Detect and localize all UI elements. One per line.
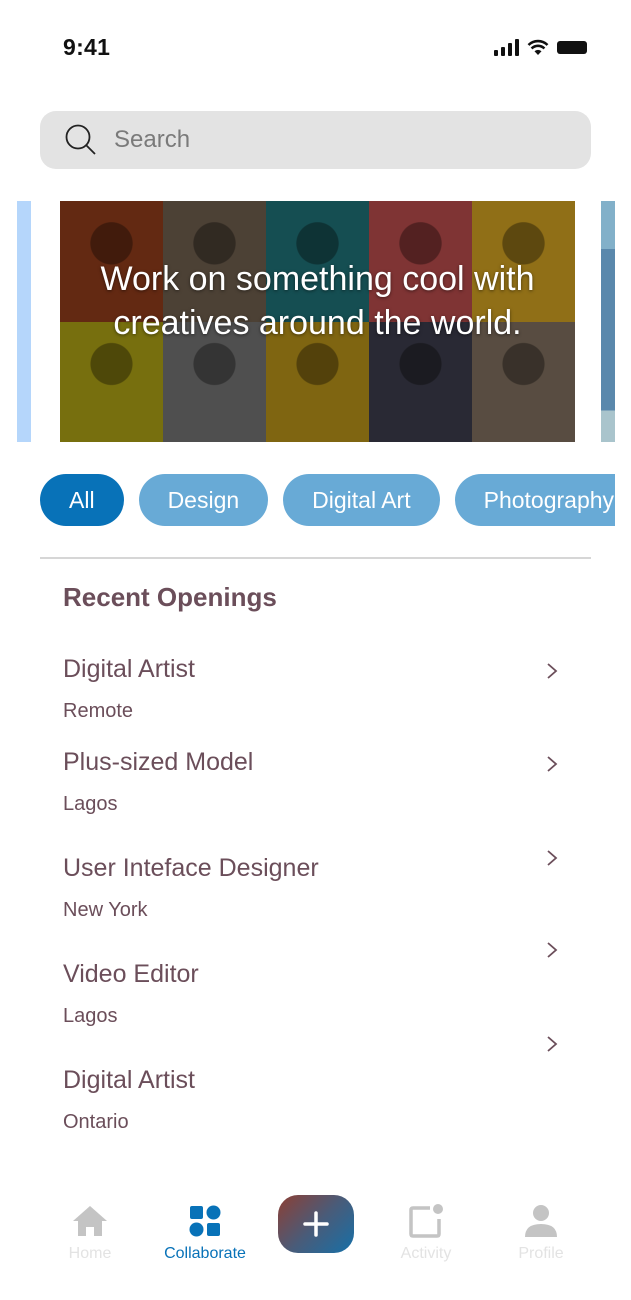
- chevron-right-icon: [547, 942, 558, 958]
- status-time: 9:41: [63, 34, 111, 60]
- carousel-prev-card[interactable]: [17, 201, 31, 442]
- profile-icon: [525, 1205, 557, 1237]
- opening-list-item[interactable]: User Inteface Designer New York: [63, 850, 563, 944]
- opening-location: Lagos: [63, 1005, 118, 1027]
- status-icons: [494, 38, 587, 56]
- filter-chip-digital-art[interactable]: Digital Art: [283, 474, 440, 526]
- chevron-right-icon: [547, 663, 558, 679]
- opening-list-item[interactable]: Digital Artist Remote: [63, 655, 563, 745]
- opening-title: Digital Artist: [63, 1066, 195, 1094]
- collaborate-icon: [189, 1205, 221, 1237]
- opening-list-item[interactable]: Plus-sized Model Lagos: [63, 748, 563, 838]
- opening-location: Remote: [63, 700, 134, 722]
- filter-chip-design[interactable]: Design: [138, 474, 269, 526]
- plus-icon: [303, 1211, 329, 1237]
- chevron-right-icon: [547, 850, 558, 866]
- chevron-right-icon: [547, 1036, 558, 1052]
- opening-title: Digital Artist: [63, 655, 195, 683]
- activity-icon: [409, 1204, 443, 1238]
- home-icon: [73, 1206, 107, 1236]
- section-title: Recent Openings: [63, 582, 277, 612]
- opening-title: Plus-sized Model: [63, 748, 254, 776]
- banner-text: Work on something cool with creatives ar…: [100, 260, 535, 342]
- battery-icon: [557, 40, 587, 54]
- status-bar: 9:41: [0, 0, 631, 90]
- opening-location: Ontario: [63, 1111, 129, 1133]
- filter-chip-all[interactable]: All: [40, 474, 124, 526]
- nav-label-profile: Profile: [518, 1245, 564, 1262]
- opening-list-item[interactable]: Digital Artist Ontario: [63, 1036, 563, 1156]
- search-icon: [65, 124, 96, 155]
- nav-item-home[interactable]: Home: [40, 1203, 140, 1263]
- search-bar[interactable]: [40, 111, 591, 169]
- divider: [40, 557, 591, 559]
- opening-location: Lagos: [63, 793, 118, 815]
- search-input[interactable]: [114, 126, 554, 154]
- opening-location: New York: [63, 899, 148, 921]
- opening-title: Video Editor: [63, 960, 199, 988]
- cellular-signal-icon: [494, 38, 519, 56]
- bottom-nav: Home Collaborate Activity Profile: [0, 1185, 631, 1300]
- filter-chip-photography[interactable]: Photography: [454, 474, 615, 526]
- opening-title: User Inteface Designer: [63, 854, 319, 882]
- nav-item-profile[interactable]: Profile: [491, 1203, 591, 1263]
- featured-banner[interactable]: Work on something cool with creatives ar…: [60, 201, 575, 442]
- nav-item-activity[interactable]: Activity: [376, 1203, 476, 1263]
- featured-carousel[interactable]: Work on something cool with creatives ar…: [0, 201, 631, 442]
- wifi-icon: [527, 39, 549, 55]
- category-filters: All Design Digital Art Photography: [40, 474, 615, 526]
- chevron-right-icon: [547, 756, 558, 772]
- nav-label-activity: Activity: [400, 1245, 452, 1262]
- nav-label-collaborate: Collaborate: [164, 1245, 246, 1262]
- nav-item-collaborate[interactable]: Collaborate: [155, 1203, 255, 1263]
- nav-label-home: Home: [68, 1245, 112, 1262]
- carousel-next-card[interactable]: [601, 201, 615, 442]
- opening-list-item[interactable]: Video Editor Lagos: [63, 942, 563, 1050]
- create-button[interactable]: [278, 1195, 354, 1253]
